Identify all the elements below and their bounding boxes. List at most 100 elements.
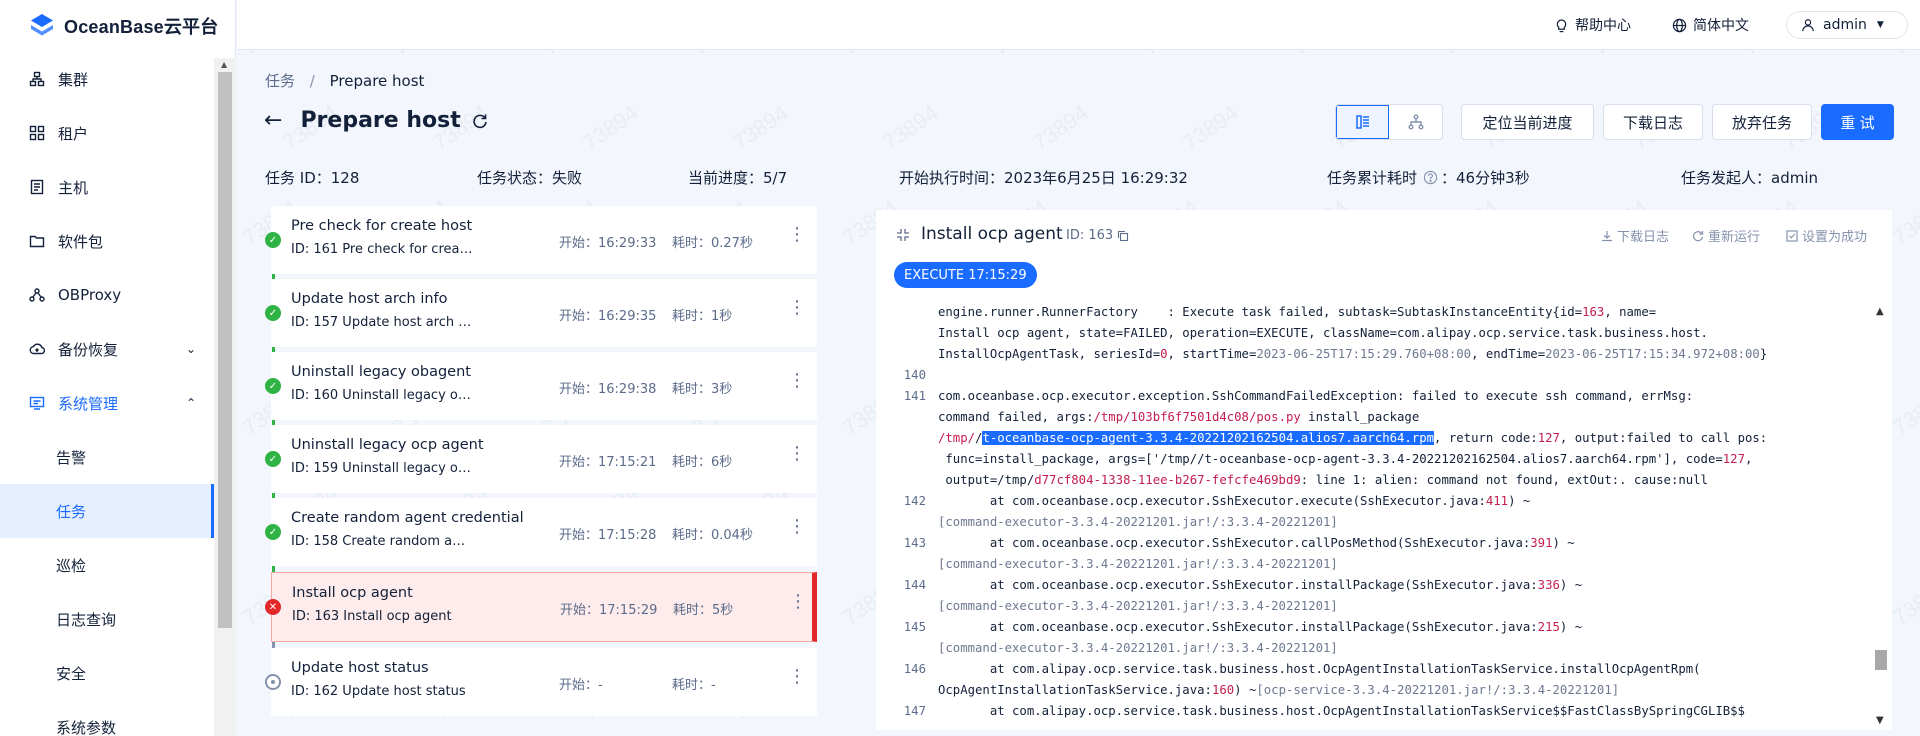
more-icon[interactable]: ⋮ — [788, 445, 806, 463]
log-line: command failed, args:/tmp/103bf6f7501d4c… — [876, 407, 1870, 428]
subtask-duration: 耗时：1秒 — [672, 309, 733, 324]
language-switch[interactable]: 简体中文 — [1672, 15, 1749, 35]
download-log-button[interactable]: 下载日志 — [1603, 104, 1703, 140]
line-text: com.oceanbase.ocp.executor.exception.Ssh… — [938, 389, 1694, 403]
more-icon[interactable]: ⋮ — [788, 299, 806, 317]
more-icon[interactable]: ⋮ — [788, 226, 806, 244]
subtask-item[interactable]: Pre check for create host ID: 161 Pre ch… — [271, 206, 817, 274]
subtask-id: ID: 158 Create random age... — [291, 534, 473, 549]
line-text: func=install_package, args=['/tmp//t-oce… — [938, 452, 1753, 466]
sidebar-item-label: 巡检 — [56, 556, 87, 575]
subtask-title: Uninstall legacy obagent — [291, 364, 471, 380]
set-success-link[interactable]: 设置为成功 — [1786, 226, 1867, 245]
abandon-task-button[interactable]: 放弃任务 — [1712, 104, 1812, 140]
rerun-link[interactable]: 重新运行 — [1692, 226, 1760, 245]
log-line: InstallOcpAgentTask, seriesId=0, startTi… — [876, 344, 1870, 365]
line-text: [command-executor-3.3.4-20221201.jar!/:3… — [938, 641, 1338, 655]
sidebar-item-label: 告警 — [56, 448, 87, 467]
subtask-id: ID: 160 Uninstall legacy ob... — [291, 388, 473, 403]
subtask-item[interactable]: Uninstall legacy obagent ID: 160 Uninsta… — [271, 352, 817, 420]
download-icon — [1602, 230, 1612, 241]
log-download-link[interactable]: 下载日志 — [1601, 226, 1669, 245]
scrollbar-thumb[interactable] — [1875, 650, 1887, 670]
list-view-button[interactable] — [1336, 105, 1390, 139]
copy-icon[interactable] — [1117, 230, 1129, 242]
tree-view-button[interactable] — [1389, 105, 1442, 139]
log-line: /tmp//t-oceanbase-ocp-agent-3.3.4-202212… — [876, 428, 1870, 449]
retry-button[interactable]: 重 试 — [1821, 104, 1894, 140]
sidebar-item-cluster[interactable]: 集群 — [0, 52, 214, 106]
sidebar-item-tenant[interactable]: 租户 — [0, 106, 214, 160]
more-icon[interactable]: ⋮ — [788, 518, 806, 536]
sidebar-item-label: 集群 — [58, 70, 89, 89]
subtask-title: Update host arch info — [291, 291, 448, 307]
rerun-label: 重新运行 — [1708, 230, 1761, 245]
sidebar-item-log-query[interactable]: 日志查询 — [0, 592, 214, 646]
subtask-item-failed[interactable]: Install ocp agent ID: 163 Install ocp ag… — [271, 572, 817, 642]
subtask-start: 开始：17:15:29 — [560, 603, 658, 618]
sidebar-item-alarm[interactable]: 告警 — [0, 430, 214, 484]
watermark-text: 73894 — [1888, 574, 1920, 631]
sidebar-item-inspection[interactable]: 巡检 — [0, 538, 214, 592]
watermark-text: 73894 — [1178, 99, 1243, 156]
line-text: at com.alipay.ocp.service.task.business.… — [938, 662, 1701, 676]
elapsed-time: 任务累计耗时 ：46分钟3秒 — [1327, 167, 1530, 188]
subtask-item[interactable]: Update host status ID: 162 Update host s… — [271, 648, 817, 716]
more-icon[interactable]: ⋮ — [788, 668, 806, 686]
more-icon[interactable]: ⋮ — [788, 372, 806, 390]
back-arrow-icon[interactable]: ← — [264, 108, 282, 133]
sidebar-scrollbar[interactable]: ▲ — [214, 58, 236, 736]
scrollbar-thumb[interactable] — [218, 72, 232, 628]
sidebar-item-obproxy[interactable]: OBProxy — [0, 268, 214, 322]
check-square-icon — [1786, 229, 1798, 242]
sidebar-item-backup[interactable]: 备份恢复 ⌄ — [0, 322, 214, 376]
scroll-up-icon[interactable]: ▲ — [221, 60, 227, 69]
backup-icon — [28, 340, 46, 358]
subtask-list: Pre check for create host ID: 161 Pre ch… — [265, 206, 821, 726]
sidebar-item-host[interactable]: 主机 — [0, 160, 214, 214]
sidebar-item-label: 安全 — [56, 664, 87, 683]
log-content[interactable]: engine.runner.RunnerFactory : Execute ta… — [876, 302, 1870, 730]
subtask-item[interactable]: Create random agent credential ID: 158 C… — [271, 498, 817, 566]
success-check-icon: ✓ — [265, 378, 281, 394]
chevron-down-icon: ⌄ — [185, 342, 196, 356]
globe-icon — [1672, 18, 1687, 32]
execute-tag[interactable]: EXECUTE 17:15:29 — [894, 262, 1037, 288]
subtask-start: 开始：- — [559, 678, 603, 693]
log-scrollbar[interactable]: ▲ ▼ — [1870, 302, 1892, 730]
log-line: [command-executor-3.3.4-20221201.jar!/:3… — [876, 554, 1870, 575]
oceanbase-logo-icon — [28, 12, 56, 40]
subtask-id: ID: 161 Pre check for creat... — [291, 242, 473, 257]
scroll-down-icon[interactable]: ▼ — [1876, 715, 1884, 726]
subtask-title: Install ocp agent — [292, 585, 413, 601]
scroll-up-icon[interactable]: ▲ — [1876, 306, 1884, 317]
set-success-label: 设置为成功 — [1802, 230, 1868, 245]
sidebar-item-params[interactable]: 系统参数 — [0, 700, 214, 736]
line-text: engine.runner.RunnerFactory : Execute ta… — [938, 305, 1657, 319]
collapse-icon[interactable] — [896, 228, 910, 242]
subtask-item[interactable]: Update host arch info ID: 157 Update hos… — [271, 279, 817, 347]
sidebar-item-label: 备份恢复 — [58, 340, 119, 359]
more-icon[interactable]: ⋮ — [789, 593, 807, 611]
breadcrumb-parent[interactable]: 任务 — [265, 72, 295, 90]
line-number: 146 — [903, 662, 926, 676]
sidebar-item-security[interactable]: 安全 — [0, 646, 214, 700]
top-header: 帮助中心 简体中文 admin ▼ — [237, 0, 1920, 50]
sidebar-item-task[interactable]: 任务 — [0, 484, 214, 538]
question-icon[interactable] — [1423, 170, 1438, 185]
subtask-item[interactable]: Uninstall legacy ocp agent ID: 159 Unins… — [271, 425, 817, 493]
task-progress: 当前进度：5/7 — [688, 169, 788, 187]
refresh-icon[interactable] — [471, 112, 489, 130]
log-title: Install ocp agent — [921, 224, 1063, 244]
locate-progress-button[interactable]: 定位当前进度 — [1461, 104, 1594, 140]
sidebar-item-label: 日志查询 — [56, 610, 117, 629]
help-center-link[interactable]: 帮助中心 — [1554, 15, 1631, 35]
success-check-icon: ✓ — [265, 524, 281, 540]
sidebar-item-system[interactable]: 系统管理 ⌃ — [0, 376, 214, 430]
subtask-start: 开始：16:29:35 — [559, 309, 657, 324]
user-menu[interactable]: admin ▼ — [1786, 11, 1908, 39]
subtask-id: ID: 163 Install ocp agent — [292, 609, 452, 624]
logo[interactable]: OceanBase云平台 — [0, 0, 235, 52]
sidebar-item-package[interactable]: 软件包 — [0, 214, 214, 268]
watermark-text: 73894 — [578, 99, 643, 156]
